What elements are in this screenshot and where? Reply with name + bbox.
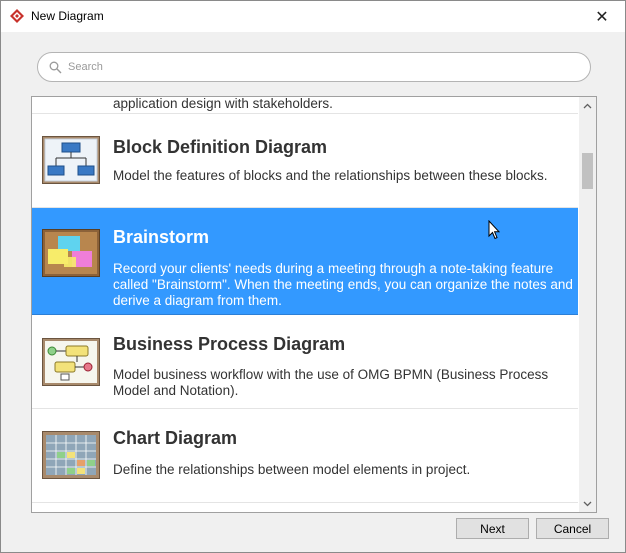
chevron-up-icon bbox=[583, 103, 592, 108]
list-item-name: Chart Diagram bbox=[113, 428, 238, 448]
list-item-chart-diagram[interactable]: Chart Diagram Define the relationships b… bbox=[32, 409, 578, 503]
search-box[interactable] bbox=[37, 52, 591, 82]
list-item-name: Block Definition Diagram bbox=[113, 137, 328, 157]
list-item-business-process-diagram[interactable]: Business Process Diagram Model business … bbox=[32, 315, 578, 409]
next-button[interactable]: Next bbox=[456, 518, 529, 539]
list-item-name: Brainstorm bbox=[113, 227, 210, 247]
diagram-type-list-viewport: application design with stakeholders. Bl… bbox=[32, 97, 578, 512]
scroll-thumb[interactable] bbox=[582, 153, 593, 189]
list-item-description: Model the features of blocks and the rel… bbox=[113, 168, 548, 183]
list-item-description: Record your clients' needs during a meet… bbox=[113, 261, 573, 308]
search-icon bbox=[49, 61, 62, 74]
close-icon: ✕ bbox=[595, 8, 609, 26]
window-title: New Diagram bbox=[31, 9, 104, 23]
list-item-partial[interactable]: application design with stakeholders. bbox=[32, 97, 578, 114]
business-process-diagram-icon bbox=[42, 338, 100, 386]
list-scrollbar[interactable] bbox=[579, 97, 596, 512]
chart-diagram-icon bbox=[42, 431, 100, 479]
list-item-name: Business Process Diagram bbox=[113, 334, 346, 354]
new-diagram-dialog: New Diagram ✕ application design with st… bbox=[0, 0, 626, 553]
title-bar: New Diagram ✕ bbox=[1, 1, 625, 32]
chevron-down-icon bbox=[583, 501, 592, 506]
scroll-up-button[interactable] bbox=[579, 97, 596, 114]
mouse-cursor-icon bbox=[488, 220, 500, 240]
search-input[interactable] bbox=[66, 57, 576, 77]
list-item-description: application design with stakeholders. bbox=[113, 97, 333, 111]
cancel-button[interactable]: Cancel bbox=[536, 518, 609, 539]
block-definition-diagram-icon bbox=[42, 136, 100, 184]
list-item-block-definition-diagram[interactable]: Block Definition Diagram Model the featu… bbox=[32, 114, 578, 208]
list-item-description: Model business workflow with the use of … bbox=[113, 367, 549, 398]
list-item-description: Define the relationships between model e… bbox=[113, 462, 471, 477]
close-button[interactable]: ✕ bbox=[579, 1, 625, 32]
scroll-down-button[interactable] bbox=[579, 495, 596, 512]
visual-paradigm-icon bbox=[10, 9, 24, 23]
diagram-type-list[interactable]: application design with stakeholders. Bl… bbox=[31, 96, 597, 513]
brainstorm-icon bbox=[42, 229, 100, 277]
